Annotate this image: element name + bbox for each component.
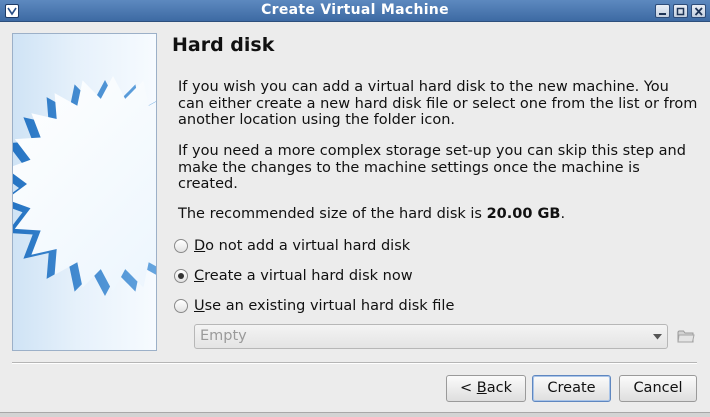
option-no-disk-text: o not add a virtual hard disk bbox=[205, 238, 411, 254]
existing-disk-value: Empty bbox=[200, 328, 247, 344]
option-no-disk-label: Do not add a virtual hard disk bbox=[194, 238, 410, 254]
starburst-face bbox=[13, 76, 156, 292]
back-button-prefix: < bbox=[460, 380, 477, 396]
radio-no-disk[interactable] bbox=[174, 239, 188, 253]
description-paragraph-2: If you need a more complex storage set-u… bbox=[178, 143, 686, 192]
chevron-down-icon bbox=[653, 334, 662, 340]
option-existing-disk-label: Use an existing virtual hard disk file bbox=[194, 298, 454, 314]
recommended-size-text: The recommended size of the hard disk is… bbox=[178, 206, 565, 222]
folder-icon bbox=[677, 330, 695, 343]
option-no-disk[interactable]: Do not add a virtual hard disk bbox=[174, 236, 410, 256]
window-bottom-edge bbox=[0, 412, 710, 417]
option-no-disk-mnemonic: D bbox=[194, 238, 206, 254]
close-button[interactable] bbox=[691, 4, 706, 18]
close-icon bbox=[694, 7, 703, 16]
option-create-disk-label: Create a virtual hard disk now bbox=[194, 268, 413, 284]
starburst-gear-icon bbox=[13, 76, 156, 296]
option-existing-disk[interactable]: Use an existing virtual hard disk file bbox=[174, 296, 454, 316]
choose-disk-file-button[interactable] bbox=[677, 327, 695, 345]
wizard-watermark-image bbox=[12, 33, 157, 351]
page-title: Hard disk bbox=[172, 34, 275, 56]
maximize-button[interactable] bbox=[673, 4, 688, 18]
minimize-icon bbox=[659, 13, 666, 15]
option-create-disk-text: reate a virtual hard disk now bbox=[204, 268, 413, 284]
back-button[interactable]: < Back bbox=[446, 375, 526, 402]
minimize-button[interactable] bbox=[655, 4, 670, 18]
recommended-size-suffix: . bbox=[560, 206, 566, 222]
option-existing-disk-text: se an existing virtual hard disk file bbox=[204, 298, 455, 314]
back-button-mnemonic: B bbox=[476, 380, 487, 396]
option-create-disk[interactable]: Create a virtual hard disk now bbox=[174, 266, 413, 286]
existing-disk-combobox[interactable]: Empty bbox=[194, 324, 668, 349]
create-button[interactable]: Create bbox=[532, 375, 611, 402]
button-separator bbox=[12, 362, 697, 364]
maximize-icon bbox=[676, 7, 685, 16]
description-paragraph-1: If you wish you can add a virtual hard d… bbox=[178, 79, 698, 128]
option-existing-disk-mnemonic: U bbox=[194, 298, 205, 314]
window-title: Create Virtual Machine bbox=[261, 2, 449, 18]
recommended-size-value: 20.00 GB bbox=[486, 206, 561, 222]
radio-create-disk[interactable] bbox=[174, 269, 188, 283]
recommended-size-prefix: The recommended size of the hard disk is bbox=[178, 206, 487, 222]
title-bar: Create Virtual Machine bbox=[0, 0, 710, 22]
cancel-button[interactable]: Cancel bbox=[619, 375, 697, 402]
radio-existing-disk[interactable] bbox=[174, 299, 188, 313]
back-button-text: ack bbox=[486, 380, 512, 396]
option-create-disk-mnemonic: C bbox=[194, 268, 205, 284]
